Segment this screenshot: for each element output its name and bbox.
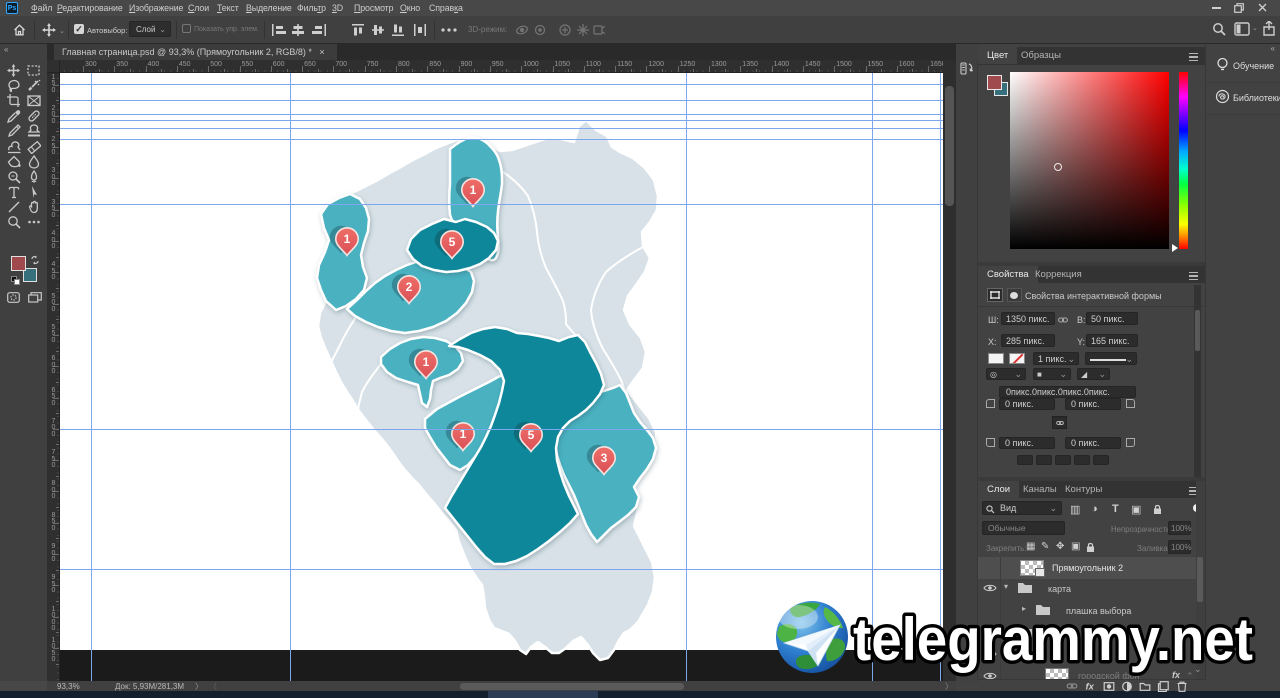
svg-text:5: 5 xyxy=(449,235,456,249)
svg-text:2: 2 xyxy=(406,280,413,294)
svg-text:1: 1 xyxy=(470,183,477,197)
svg-text:3: 3 xyxy=(601,451,608,465)
svg-text:1: 1 xyxy=(423,355,430,369)
svg-text:1: 1 xyxy=(344,232,351,246)
svg-text:5: 5 xyxy=(528,428,535,442)
svg-text:fx: fx xyxy=(1086,682,1095,693)
